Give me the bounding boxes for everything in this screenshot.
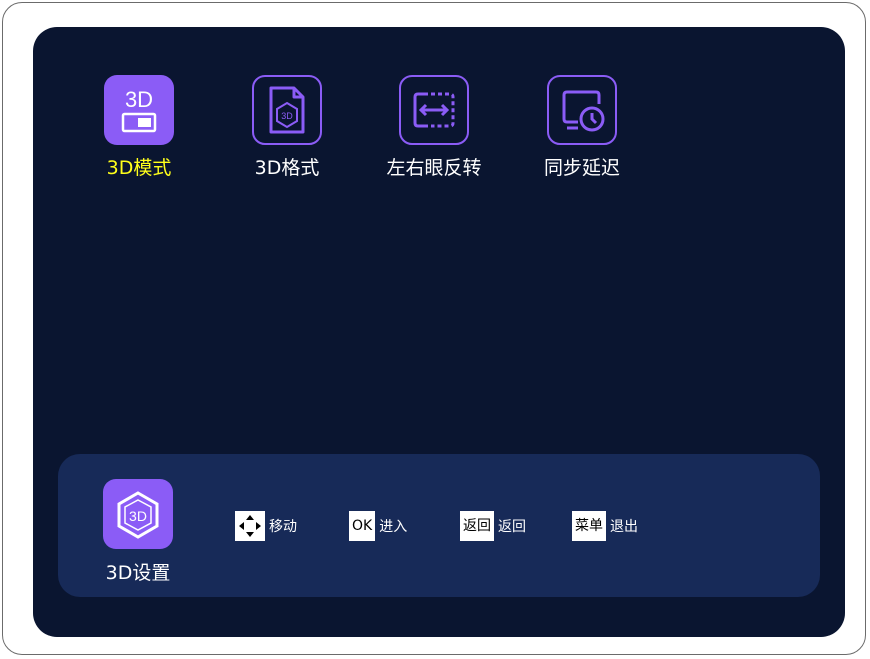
menu-label-sync-delay: 同步延迟 <box>543 157 620 179</box>
3d-mode-toggle-icon: 3D <box>104 75 174 145</box>
menu-item-sync-delay[interactable]: 同步延迟 <box>522 75 642 185</box>
3d-cube-icon: 3D <box>103 479 173 549</box>
dpad-arrows-icon <box>235 511 265 541</box>
3d-format-document-icon: 3D <box>252 75 322 145</box>
screen-frame: 3D 3D模式 3D 3D格式 左右眼反转 同步延迟 3D 3D设置 移动 OK… <box>2 2 866 655</box>
hint-exit: 菜单 退出 <box>572 511 638 541</box>
menu-item-3d-format[interactable]: 3D 3D格式 <box>227 75 347 185</box>
swap-left-right-icon <box>399 75 469 145</box>
hint-move-text: 移动 <box>269 519 297 535</box>
hint-ok: OK 进入 <box>349 511 407 541</box>
footer-bar: 3D 3D设置 移动 OK 进入 返回 返回 菜单 退出 <box>58 454 820 597</box>
footer-title: 3D设置 <box>105 562 171 584</box>
footer-icon-text: 3D <box>129 508 147 524</box>
hint-exit-text: 退出 <box>610 519 638 535</box>
menu-item-eye-swap[interactable]: 左右眼反转 <box>374 75 494 185</box>
hint-back-text: 返回 <box>498 519 526 535</box>
3d-mode-icon-text: 3D <box>125 87 153 112</box>
3d-format-icon-text: 3D <box>281 111 293 121</box>
menu-label-3d-format: 3D格式 <box>254 157 320 179</box>
menu-label-eye-swap: 左右眼反转 <box>386 157 482 179</box>
sync-delay-clock-icon <box>547 75 617 145</box>
menu-key: 菜单 <box>572 511 606 541</box>
osd-panel: 3D 3D模式 3D 3D格式 左右眼反转 同步延迟 3D 3D设置 移动 OK… <box>33 27 845 637</box>
hint-move: 移动 <box>235 511 297 541</box>
hint-back: 返回 返回 <box>460 511 526 541</box>
hint-ok-text: 进入 <box>379 519 408 535</box>
menu-label-3d-mode: 3D模式 <box>106 157 172 179</box>
back-key: 返回 <box>460 511 494 541</box>
menu-item-3d-mode[interactable]: 3D 3D模式 <box>79 75 199 185</box>
ok-key: OK <box>349 511 376 541</box>
